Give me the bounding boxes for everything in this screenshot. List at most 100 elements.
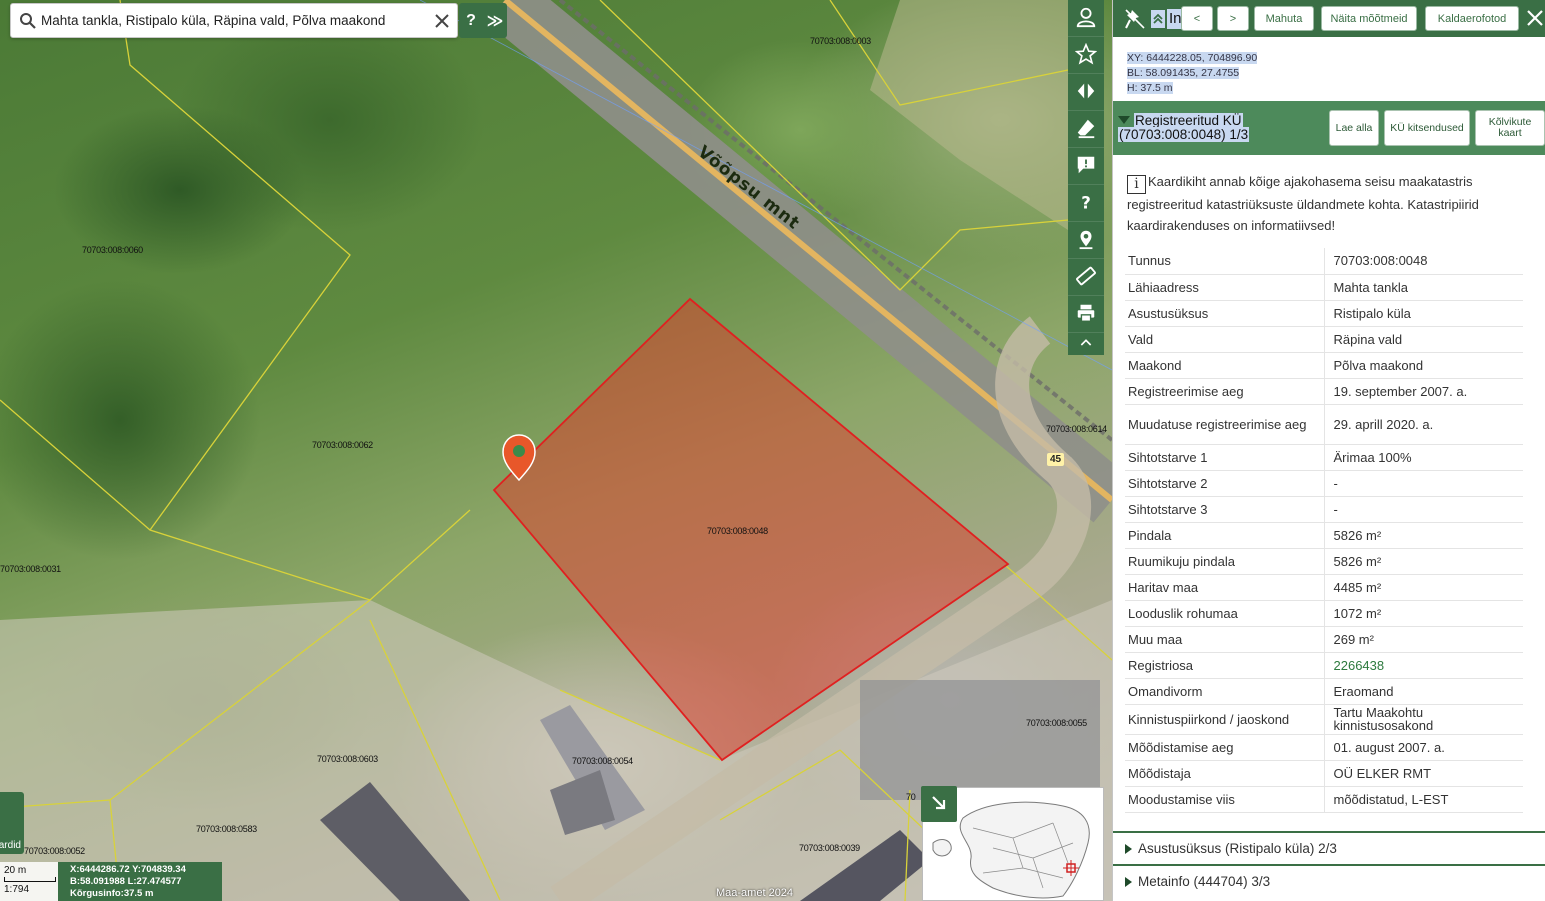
compare-button[interactable] [1068,74,1104,111]
search-icon[interactable] [15,12,39,29]
print-button[interactable] [1068,296,1104,333]
attr-value: 2266438 [1324,652,1523,679]
attr-value: Ristipalo küla [1324,300,1523,327]
parcel-label: 70703:008:0039 [799,843,860,853]
table-row: Muu maa 269 m² [1125,626,1523,653]
download-button[interactable]: Lae alla [1329,110,1379,146]
registry-link[interactable]: 2266438 [1334,658,1385,673]
search-help-button[interactable]: ? [459,3,483,38]
table-row: Omandivorm Eraomand [1125,678,1523,705]
attr-value: 19. september 2007. a. [1324,378,1523,405]
attr-value: OÜ ELKER RMT [1324,760,1523,787]
table-row: Mõõdistaja OÜ ELKER RMT [1125,760,1523,787]
attr-key: Sihtotstarve 1 [1125,444,1325,471]
pin-off-icon[interactable] [1121,5,1149,33]
feedback-icon [1075,154,1097,179]
attr-key: Kinnistuspiirkond / jaoskond [1125,704,1325,735]
attr-key: Looduslik rohumaa [1125,600,1325,627]
table-row: Asustusüksus Ristipalo küla [1125,300,1523,327]
table-row: Haritav maa 4485 m² [1125,574,1523,601]
attr-value: 01. august 2007. a. [1324,734,1523,761]
scale-ratio: 1:794 [4,884,30,895]
panel-collapse-icon[interactable] [1151,9,1165,28]
attr-key: Ruumikuju pindala [1125,548,1325,575]
attr-value: 269 m² [1324,626,1523,653]
attr-value: - [1324,470,1523,497]
attr-key: Muu maa [1125,626,1325,653]
help-button[interactable]: ? [1068,185,1104,222]
collapse-toolbar-button[interactable] [1068,333,1104,355]
attr-key: Moodustamise viis [1125,786,1325,813]
table-row: Tunnus 70703:008:0048 [1125,248,1523,275]
chevron-up-icon [1078,335,1094,354]
map-canvas[interactable]: 70703:008:0003 70703:008:0060 70703:008:… [0,0,1112,901]
user-button[interactable] [1068,0,1104,37]
location-button[interactable] [1068,222,1104,259]
click-xy: XY: 6444228.05, 704896.90 [1127,52,1258,64]
attr-key: Registriosa [1125,652,1325,679]
chevron-right-icon [1125,843,1132,854]
table-row: Sihtotstarve 3- [1125,496,1523,523]
oblique-photos-button[interactable]: Kaldaerofotod [1425,6,1519,31]
parcel-label: 70703:008:0060 [82,245,143,255]
attr-value: 5826 m² [1324,548,1523,575]
parcel-label: 70703:008:0062 [312,440,373,450]
minimap-toggle-button[interactable] [921,786,957,822]
section-settlement[interactable]: Asustusüksus (Ristipalo küla) 2/3 [1113,831,1545,864]
close-icon[interactable] [1525,8,1545,31]
parcel-label: 70703:008:0055 [1026,718,1087,728]
section-registered-parcel[interactable]: Registreeritud KÜ (70703:008:0048) 1/3 L… [1113,101,1545,155]
parcel-label: 70703:008:0603 [317,754,378,764]
measure-button[interactable] [1068,259,1104,296]
table-row: Sihtotstarve 1 Ärimaa 100% [1125,444,1523,471]
click-coordinates: XY: 6444228.05, 704896.90 BL: 58.091435,… [1113,37,1545,101]
attr-key: Asustusüksus [1125,300,1325,327]
parcel-label: 70703:008:0052 [24,846,85,856]
search-input[interactable] [39,5,427,36]
attr-key: Registreerimise aeg [1125,378,1325,405]
coord-bl: B:58.091988 L:27.474577 [70,876,182,887]
clear-search-icon[interactable] [427,13,457,29]
restrictions-button[interactable]: KÜ kitsendused [1384,110,1470,146]
feedback-button[interactable] [1068,148,1104,185]
layers-button[interactable]: ardid [0,792,24,854]
attr-key: Mõõdistamise aeg [1125,734,1325,761]
swap-icon [1075,80,1097,105]
landuse-map-button[interactable]: Kõlvikute kaart [1475,110,1545,146]
table-row: Kinnistuspiirkond / jaoskond Tartu Maakoh… [1125,704,1523,735]
table-row: Moodustamise viis mõõdistatud, L-EST [1125,786,1523,813]
table-row: Muudatuse registreerimise aeg 29. aprill … [1125,404,1523,445]
favorites-button[interactable] [1068,37,1104,74]
eraser-icon [1075,117,1097,142]
attr-value: 5826 m² [1324,522,1523,549]
section-metainfo[interactable]: Metainfo (444704) 3/3 [1113,864,1545,897]
attr-value: 70703:008:0048 [1324,248,1523,275]
scale-label: 20 m [4,865,27,876]
section-title: Registreeritud KÜ (70703:008:0048) 1/3 [1118,113,1250,142]
attr-key: Sihtotstarve 3 [1125,496,1325,523]
parcel-label: 70703:008:0031 [0,564,61,574]
attr-key: Lähiaadress [1125,274,1325,301]
table-row: Mõõdistamise aeg 01. august 2007. a. [1125,734,1523,761]
user-icon [1075,6,1097,31]
ruler-icon [1075,265,1097,290]
coord-xy: X:6444286.72 Y:704839.34 [70,864,186,875]
parcel-label: 70703:008:0048 [707,526,768,536]
prev-button[interactable]: < [1181,6,1213,31]
parcel-label: 70703:008:0003 [810,36,871,46]
eraser-button[interactable] [1068,111,1104,148]
attr-key: Sihtotstarve 2 [1125,470,1325,497]
fit-button[interactable]: Mahuta [1254,6,1314,31]
next-button[interactable]: > [1217,6,1249,31]
attr-value: Mahta tankla [1324,274,1523,301]
show-measurements-button[interactable]: Näita mõõtmeid [1321,6,1417,31]
attr-key: Vald [1125,326,1325,353]
table-row: Maakond Põlva maakond [1125,352,1523,379]
search-expand-button[interactable]: ≫ [483,3,507,38]
info-notice: i Kaardikiht annab kõige ajakohasema seis… [1113,155,1545,246]
parcel-label: 70703:008:0614 [1046,424,1107,434]
info-icon: i [1127,175,1146,194]
help-icon: ? [1075,191,1097,216]
attr-key: Omandivorm [1125,678,1325,705]
table-row: Lähiaadress Mahta tankla [1125,274,1523,301]
